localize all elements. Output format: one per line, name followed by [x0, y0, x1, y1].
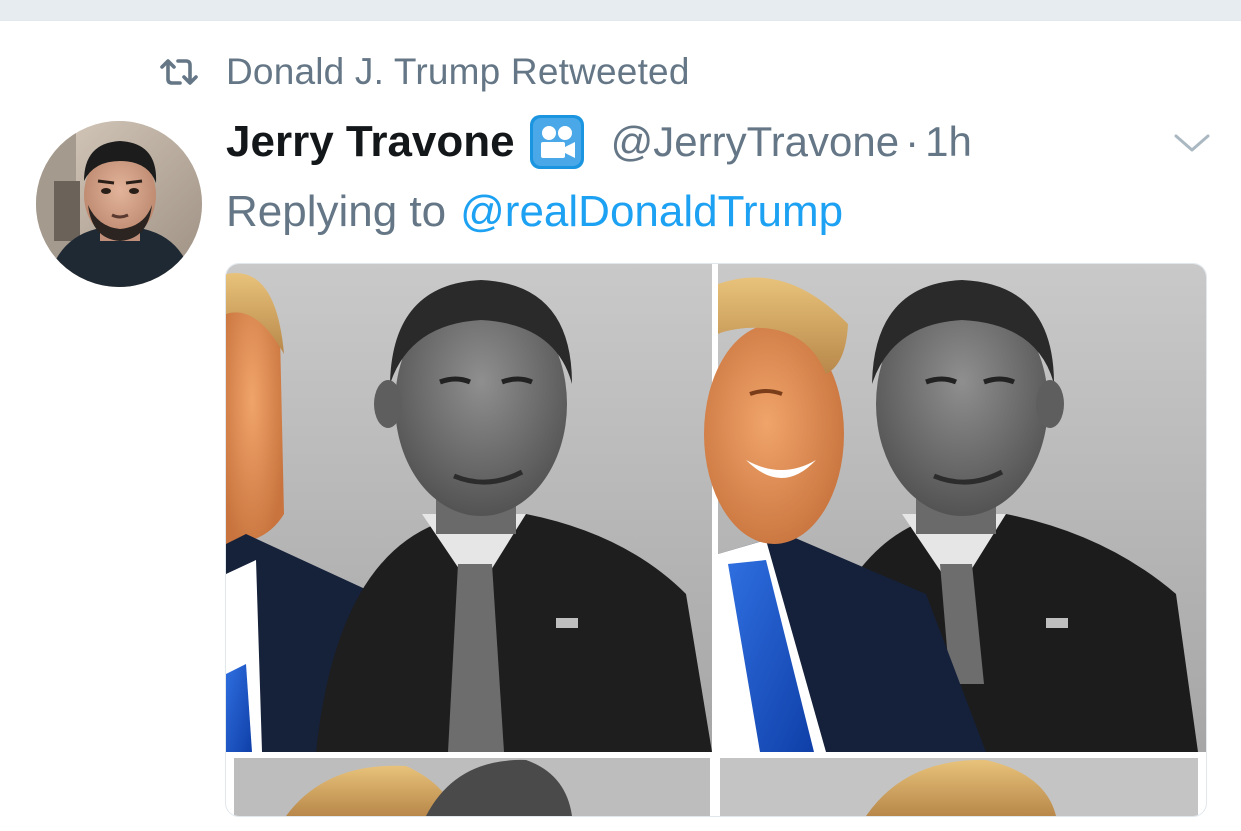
tweet-header: Jerry Travone @JerryTravone · 1h	[226, 112, 972, 172]
retweet-label: Donald J. Trump Retweeted	[226, 51, 690, 92]
top-divider-strip	[0, 0, 1241, 21]
avatar[interactable]	[36, 121, 202, 287]
display-name[interactable]: Jerry Travone	[226, 117, 515, 167]
user-handle[interactable]: @JerryTravone	[611, 118, 899, 166]
retweet-context[interactable]: Donald J. Trump Retweeted	[158, 50, 690, 94]
tweet-media-image[interactable]	[225, 263, 1207, 817]
timestamp[interactable]: 1h	[925, 118, 972, 166]
reply-prefix: Replying to	[226, 187, 447, 236]
reply-context: Replying to @realDonaldTrump	[226, 184, 843, 240]
chevron-down-icon[interactable]	[1172, 128, 1212, 158]
separator-dot: ·	[905, 118, 920, 165]
retweet-icon	[158, 57, 200, 87]
video-camera-icon	[529, 114, 585, 170]
reply-handle-link[interactable]: @realDonaldTrump	[460, 187, 843, 237]
